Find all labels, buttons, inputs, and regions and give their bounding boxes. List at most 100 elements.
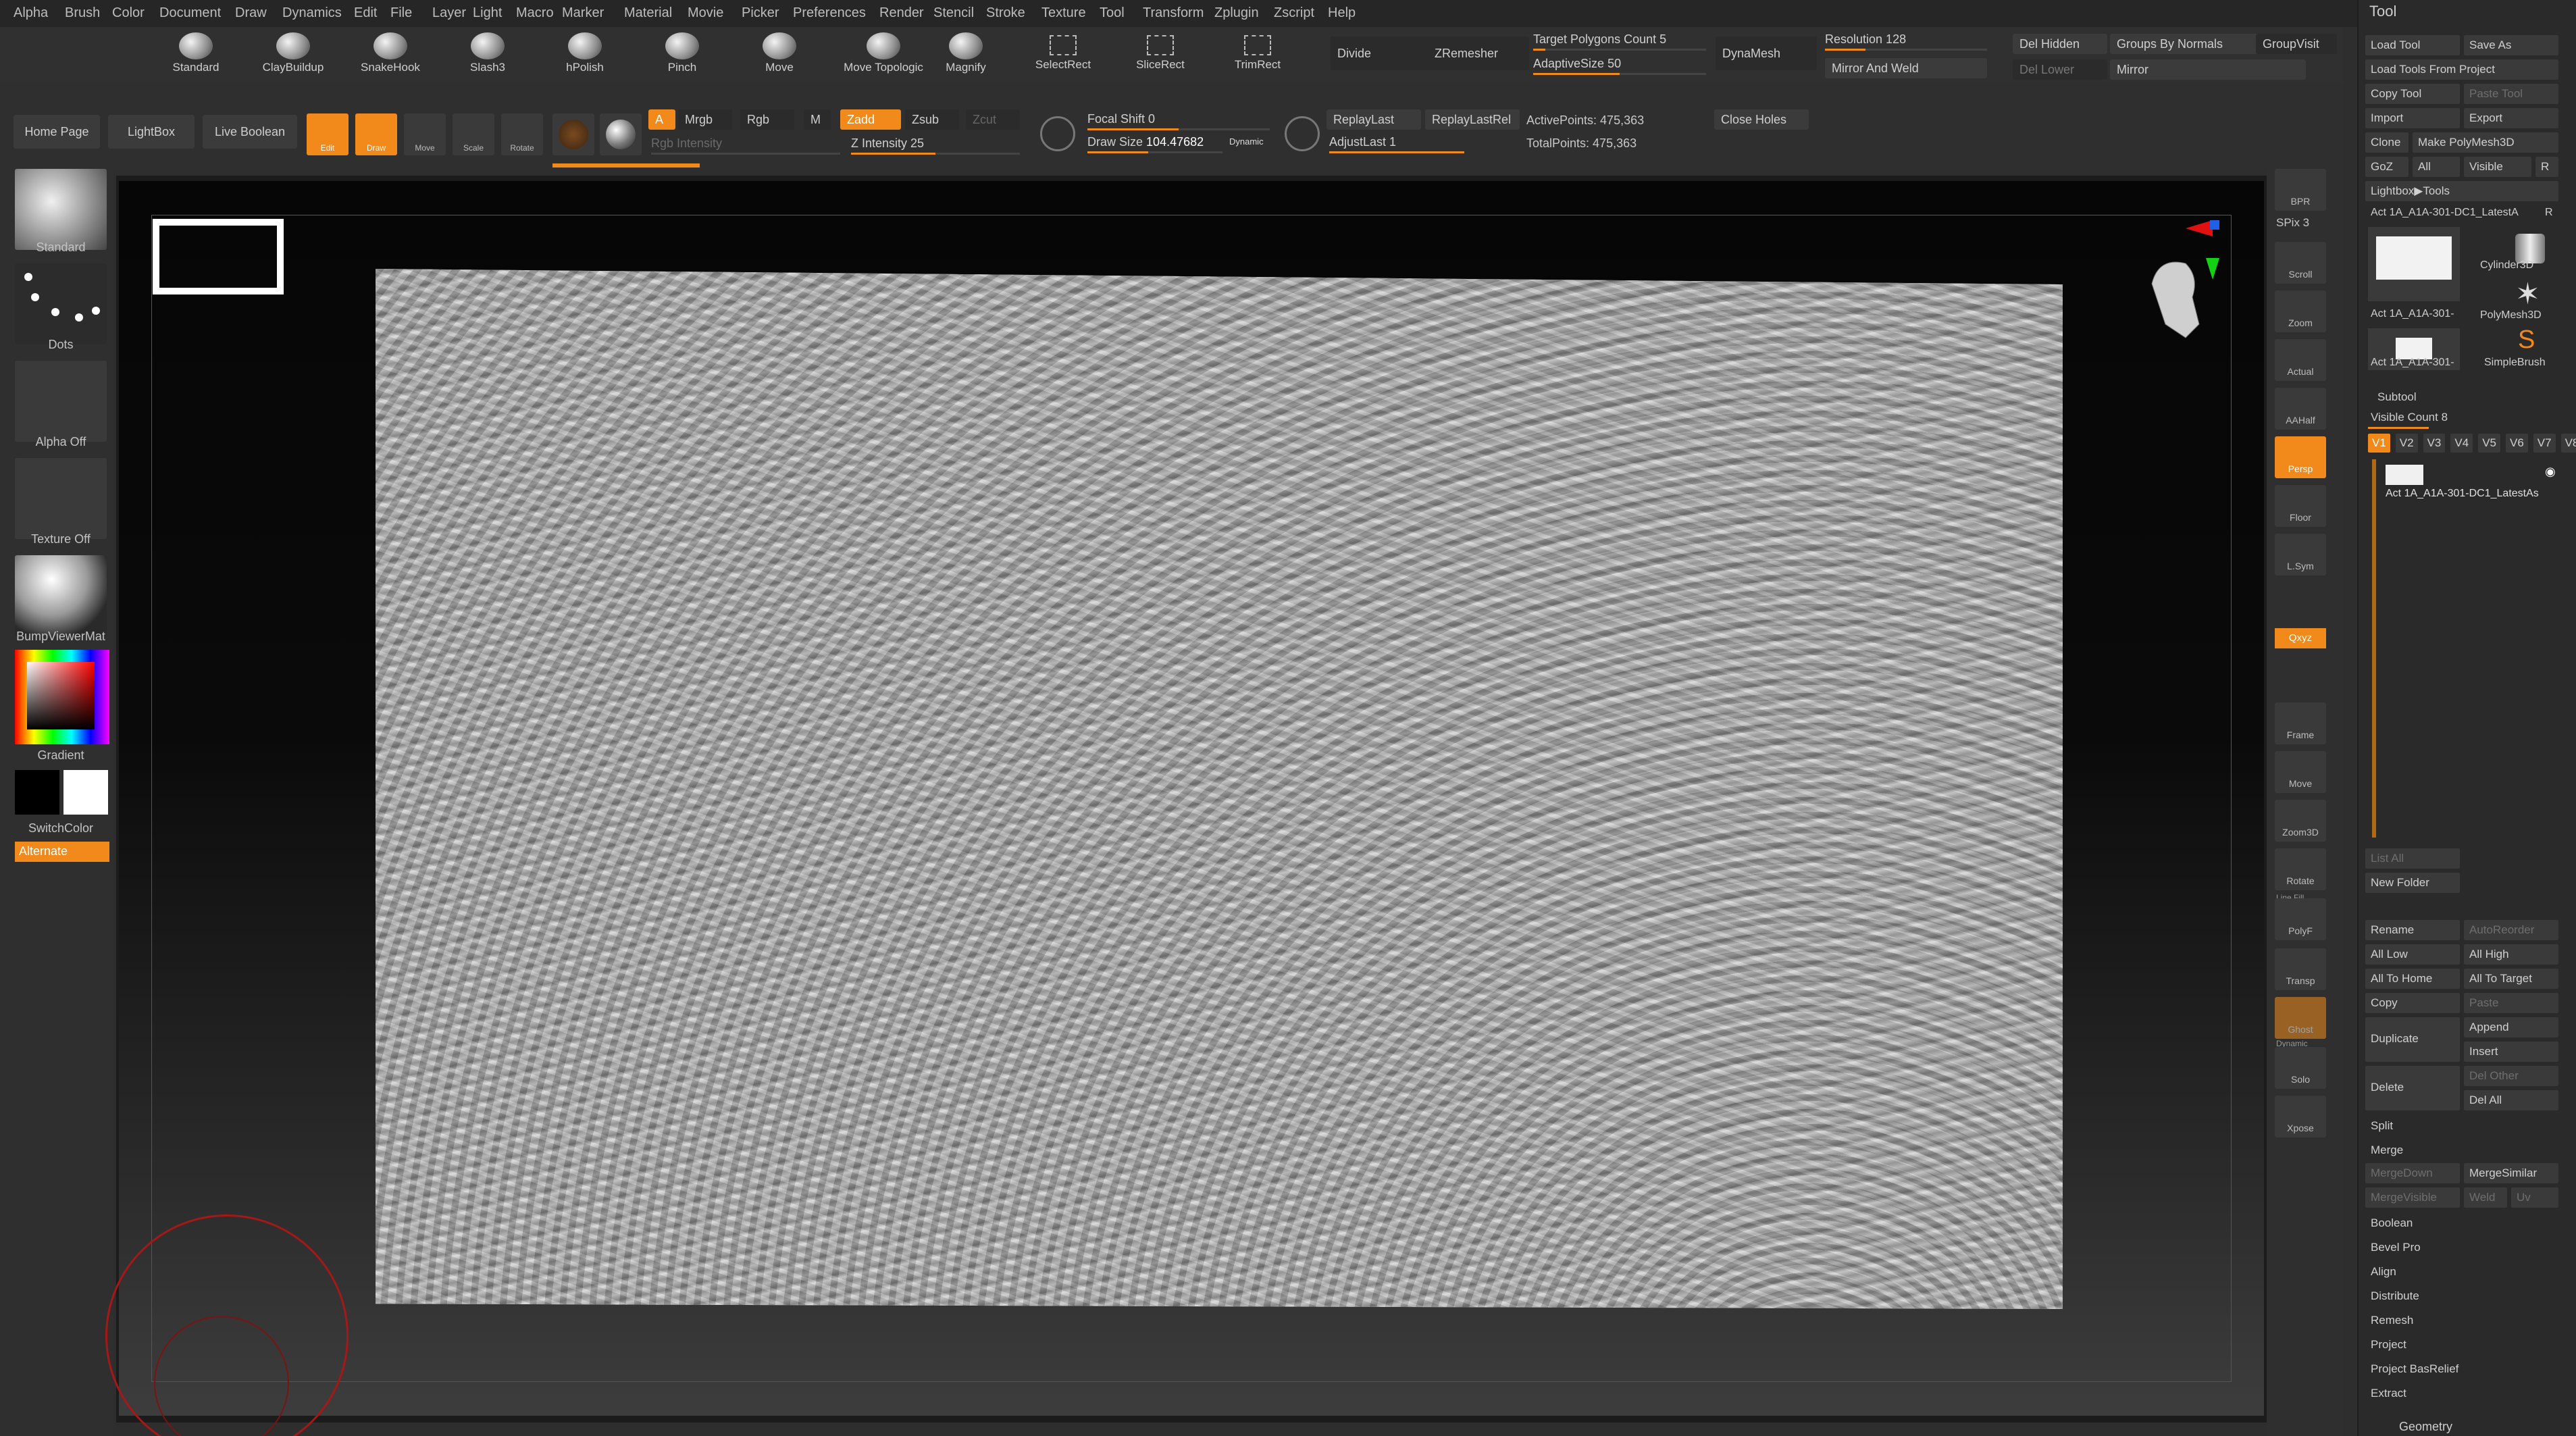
split-section[interactable]: Split bbox=[2365, 1116, 2558, 1136]
bpr-button[interactable]: BPR bbox=[2275, 169, 2326, 211]
menu-item-tool[interactable]: Tool bbox=[1100, 5, 1125, 21]
draw-mode-button[interactable]: Draw bbox=[355, 113, 397, 155]
select-rect-tool[interactable]: SelectRect bbox=[1023, 30, 1104, 81]
menu-item-transform[interactable]: Transform bbox=[1143, 5, 1204, 21]
sculpted-mesh[interactable] bbox=[376, 269, 2063, 1309]
extract-section[interactable]: Extract bbox=[2365, 1383, 2558, 1404]
brush-snakehook[interactable]: SnakeHook bbox=[350, 30, 431, 81]
zcut-toggle[interactable]: Zcut bbox=[966, 109, 1020, 130]
menu-item-marker[interactable]: Marker bbox=[562, 5, 604, 21]
brush-hpolish[interactable]: hPolish bbox=[544, 30, 625, 81]
lightbox-button[interactable]: LightBox bbox=[108, 115, 195, 149]
export-button[interactable]: Export bbox=[2464, 108, 2558, 128]
subtool-scrollbar[interactable] bbox=[2372, 459, 2376, 838]
floor-button[interactable]: Floor bbox=[2275, 485, 2326, 527]
brush-magnify[interactable]: Magnify bbox=[925, 30, 1006, 81]
all-to-target-button[interactable]: All To Target bbox=[2464, 969, 2558, 989]
polyf-button[interactable]: PolyF bbox=[2275, 898, 2326, 940]
project-basrelief-section[interactable]: Project BasRelief bbox=[2365, 1359, 2558, 1379]
material-preview-icon[interactable] bbox=[600, 113, 642, 155]
del-hidden-button[interactable]: Del Hidden bbox=[2013, 34, 2107, 54]
xpose-button[interactable]: Xpose bbox=[2275, 1096, 2326, 1137]
menu-item-light[interactable]: Light bbox=[473, 5, 502, 21]
menu-item-texture[interactable]: Texture bbox=[1041, 5, 1086, 21]
version-tab-v8[interactable]: V8 bbox=[2560, 434, 2576, 453]
xyz-rotate-button[interactable]: Qxyz bbox=[2275, 628, 2326, 648]
zoom3d-button[interactable]: Zoom3D bbox=[2275, 800, 2326, 842]
merge-down-button[interactable]: MergeDown bbox=[2365, 1163, 2460, 1183]
goz-r-button[interactable]: R bbox=[2535, 157, 2558, 177]
view-gizmo-icon[interactable] bbox=[2118, 216, 2219, 392]
auto-reorder-button[interactable]: AutoReorder bbox=[2464, 920, 2558, 940]
menu-item-layer[interactable]: Layer bbox=[432, 5, 466, 21]
active-tool-thumbnail[interactable] bbox=[2368, 227, 2460, 301]
goz-visible-button[interactable]: Visible bbox=[2464, 157, 2531, 177]
merge-section[interactable]: Merge bbox=[2365, 1140, 2558, 1160]
texture-thumbnail[interactable] bbox=[15, 458, 107, 539]
brush-slash3[interactable]: Slash3 bbox=[447, 30, 528, 81]
brush-move[interactable]: Move bbox=[739, 30, 820, 81]
rgb-toggle[interactable]: Rgb bbox=[740, 109, 794, 130]
rgb-intensity-slider[interactable]: Rgb Intensity bbox=[651, 136, 840, 155]
menu-item-dynamics[interactable]: Dynamics bbox=[282, 5, 342, 21]
del-all-button[interactable]: Del All bbox=[2464, 1090, 2558, 1110]
move-mode-button[interactable]: Move bbox=[404, 113, 446, 155]
solo-button[interactable]: Solo bbox=[2275, 1047, 2326, 1089]
paste-tool-button[interactable]: Paste Tool bbox=[2464, 84, 2558, 104]
mrgb-toggle[interactable]: Mrgb bbox=[678, 109, 732, 130]
focal-shift-slider[interactable]: Focal Shift 0 bbox=[1087, 112, 1270, 130]
align-section[interactable]: Align bbox=[2365, 1262, 2558, 1282]
mirror-and-weld-button[interactable]: Mirror And Weld bbox=[1825, 58, 1987, 78]
boolean-section[interactable]: Boolean bbox=[2365, 1213, 2558, 1233]
a-channel-toggle[interactable]: A bbox=[648, 109, 675, 130]
menu-item-document[interactable]: Document bbox=[159, 5, 221, 21]
del-other-button[interactable]: Del Other bbox=[2464, 1066, 2558, 1086]
menu-item-preferences[interactable]: Preferences bbox=[793, 5, 866, 21]
live-boolean-button[interactable]: Live Boolean bbox=[203, 115, 297, 149]
version-tab-v6[interactable]: V6 bbox=[2505, 434, 2528, 453]
rotate-mode-button[interactable]: Rotate bbox=[501, 113, 543, 155]
dynamesh-button[interactable]: DynaMesh bbox=[1716, 36, 1817, 70]
rotate-view-button[interactable]: Rotate bbox=[2275, 848, 2326, 890]
del-lower-button[interactable]: Del Lower bbox=[2013, 59, 2107, 80]
brush-pinch[interactable]: Pinch bbox=[642, 30, 723, 81]
rename-button[interactable]: Rename bbox=[2365, 920, 2460, 940]
draw-size-slider[interactable]: Draw Size 104.47682 bbox=[1087, 135, 1222, 153]
version-tab-v4[interactable]: V4 bbox=[2450, 434, 2473, 453]
subtool-item[interactable]: ◉ Act 1A_A1A-301-DC1_LatestAs bbox=[2383, 462, 2569, 504]
menu-item-macro[interactable]: Macro bbox=[516, 5, 554, 21]
insert-button[interactable]: Insert bbox=[2464, 1042, 2558, 1062]
dynamic-icon[interactable] bbox=[1285, 116, 1320, 151]
zadd-toggle[interactable]: Zadd bbox=[840, 109, 901, 130]
new-folder-button[interactable]: New Folder bbox=[2365, 873, 2460, 893]
subtool-header[interactable]: Subtool bbox=[2377, 390, 2417, 404]
home-page-button[interactable]: Home Page bbox=[14, 115, 100, 149]
menu-item-color[interactable]: Color bbox=[112, 5, 145, 21]
switch-color-button[interactable]: SwitchColor bbox=[7, 821, 115, 836]
menu-item-edit[interactable]: Edit bbox=[354, 5, 377, 21]
menu-item-draw[interactable]: Draw bbox=[235, 5, 267, 21]
eye-icon[interactable]: ◉ bbox=[2545, 465, 2556, 479]
simplebrush-icon[interactable]: S bbox=[2518, 327, 2535, 353]
menu-item-stroke[interactable]: Stroke bbox=[986, 5, 1025, 21]
version-tab-v3[interactable]: V3 bbox=[2423, 434, 2446, 453]
edit-mode-button[interactable]: Edit bbox=[307, 113, 349, 155]
move-view-button[interactable]: Move bbox=[2275, 751, 2326, 793]
goz-all-button[interactable]: All bbox=[2413, 157, 2460, 177]
weld-toggle[interactable]: Weld bbox=[2464, 1187, 2507, 1208]
actual-button[interactable]: Actual bbox=[2275, 339, 2326, 381]
mirror-button[interactable]: Mirror bbox=[2110, 59, 2306, 80]
brush-thumbnail[interactable] bbox=[15, 169, 107, 250]
slice-rect-tool[interactable]: SliceRect bbox=[1120, 30, 1201, 81]
menu-item-brush[interactable]: Brush bbox=[65, 5, 100, 21]
merge-similar-button[interactable]: MergeSimilar bbox=[2464, 1163, 2558, 1183]
groupvisit-toggle[interactable]: GroupVisit bbox=[2256, 34, 2337, 54]
distribute-section[interactable]: Distribute bbox=[2365, 1286, 2558, 1306]
zsub-toggle[interactable]: Zsub bbox=[905, 109, 959, 130]
polymesh-star-icon[interactable]: ✶ bbox=[2515, 280, 2540, 309]
zremesher-button[interactable]: ZRemesher bbox=[1428, 36, 1529, 70]
menu-item-render[interactable]: Render bbox=[879, 5, 924, 21]
local-symmetry-button[interactable]: L.Sym bbox=[2275, 534, 2326, 575]
replay-last-rel-button[interactable]: ReplayLastRel bbox=[1425, 109, 1520, 130]
load-tool-button[interactable]: Load Tool bbox=[2365, 35, 2460, 55]
